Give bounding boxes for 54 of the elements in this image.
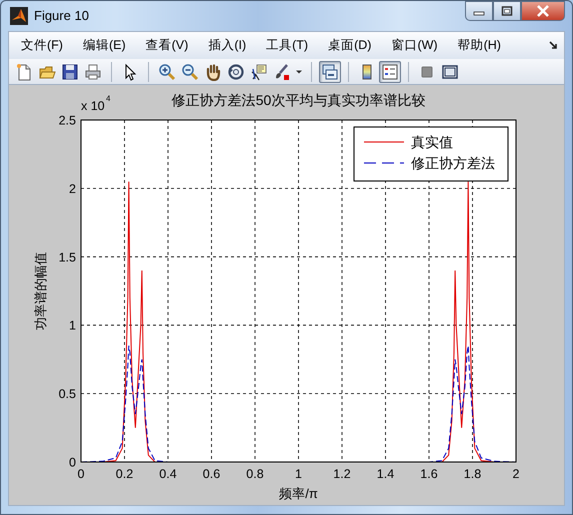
printer-icon <box>84 62 102 80</box>
maximize-icon <box>501 6 513 16</box>
legend-label: 修正协方差法 <box>411 155 495 171</box>
axis-multiplier-exponent: 4 <box>106 94 110 103</box>
tick-label: 1 <box>69 318 76 333</box>
legend-label: 真实值 <box>411 134 453 150</box>
axis-multiplier: x 10 <box>81 99 105 113</box>
new-file-icon <box>15 62 33 80</box>
tick-label: 0.2 <box>116 467 134 481</box>
menu-item[interactable]: 查看(V) <box>138 36 196 55</box>
rotate-icon <box>227 62 245 80</box>
tick-label: 0 <box>69 456 76 470</box>
tick-label: 2 <box>69 182 76 196</box>
minimize-button[interactable] <box>465 1 493 21</box>
legend-icon <box>381 62 399 80</box>
maximize-button[interactable] <box>493 1 521 21</box>
dock-arrow-icon[interactable] <box>549 41 558 50</box>
tick-label: 2.5 <box>58 114 76 128</box>
zoom-out-icon <box>181 62 199 80</box>
tick-label: 2 <box>512 467 520 481</box>
tick-label: 1.5 <box>58 250 76 264</box>
tick-label: 1.2 <box>333 467 351 481</box>
menu-item[interactable]: 帮助(H) <box>450 36 509 55</box>
menu-item[interactable]: 插入(I) <box>200 36 254 55</box>
tick-label: 0.4 <box>159 467 177 481</box>
close-button[interactable] <box>521 1 565 21</box>
app-logo-icon <box>10 7 28 25</box>
close-icon <box>536 5 550 17</box>
window-frame-icon <box>441 62 459 80</box>
y-axis-label: 功率谱的幅值 <box>33 252 48 330</box>
caret-icon <box>296 70 302 74</box>
linked-windows-icon <box>321 62 339 80</box>
tick-label: 0.5 <box>58 387 76 402</box>
menu-item[interactable]: 工具(T) <box>258 36 316 55</box>
window-title: Figure 10 <box>34 7 89 26</box>
tick-label: 1.8 <box>464 467 482 481</box>
tick-label: 1 <box>295 467 302 481</box>
chart-title: 修正协方差法50次平均与真实功率谱比较 <box>172 92 426 108</box>
legend-button[interactable] <box>379 60 401 82</box>
x-axis-label: 频率/π <box>279 486 318 501</box>
menu-item[interactable]: 编辑(E) <box>74 36 134 55</box>
menu-item[interactable]: 桌面(D) <box>320 36 380 55</box>
tick-label: 1.4 <box>376 467 394 481</box>
data-tip-icon <box>250 62 268 80</box>
linked-windows-button[interactable] <box>319 60 341 82</box>
menu-item[interactable]: 窗口(W) <box>383 36 446 55</box>
hand-icon <box>204 62 222 80</box>
tick-label: 0.6 <box>202 467 220 481</box>
tick-label: 0.8 <box>246 467 264 481</box>
zoom-in-icon <box>158 62 176 80</box>
brush-icon <box>273 62 291 80</box>
menu-item[interactable]: 文件(F) <box>13 36 71 55</box>
tick-label: 0 <box>78 467 84 481</box>
tick-label: 1.6 <box>420 467 438 481</box>
